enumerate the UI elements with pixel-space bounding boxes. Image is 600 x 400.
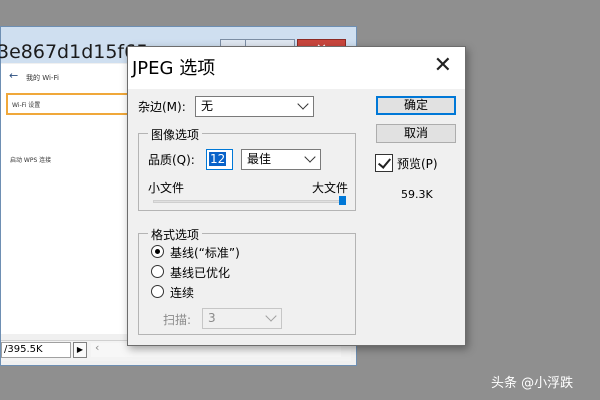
scroll-left-icon[interactable]: ‹ — [95, 341, 99, 354]
baseline-standard-label: 基线(“标准”) — [170, 246, 240, 260]
quality-value: 12 — [209, 152, 227, 166]
scans-dropdown[interactable]: 3 — [202, 308, 282, 329]
quality-preset-value: 最佳 — [247, 152, 272, 166]
wifi-setting-item: Wi-Fi 设置 — [6, 93, 129, 115]
baseline-optimized-label: 基线已优化 — [170, 266, 231, 280]
quality-input[interactable]: 12 — [206, 149, 233, 170]
progressive-radio[interactable] — [151, 285, 164, 298]
matte-label: 杂边(M): — [138, 100, 186, 114]
scans-label: 扫描: — [163, 313, 192, 327]
wifi-page-title: 我的 Wi-Fi — [26, 74, 59, 82]
progressive-label: 连续 — [170, 286, 195, 300]
image-options-group: 图像选项 品质(Q): 12 最佳 小文件 大文件 — [138, 126, 356, 211]
chevron-down-icon — [297, 98, 309, 110]
baseline-standard-radio[interactable] — [151, 245, 164, 258]
preview-checkbox[interactable] — [375, 154, 393, 172]
back-arrow-icon: ← — [9, 69, 19, 82]
file-size-readout: 59.3K — [401, 188, 433, 201]
chevron-down-icon — [265, 310, 277, 322]
wps-link: 启动 WPS 连接 — [10, 157, 52, 164]
quality-label: 品质(Q): — [148, 153, 195, 167]
watermark-text: 头条 @小浮跌 — [491, 376, 574, 391]
chevron-down-icon — [304, 151, 316, 163]
jpeg-options-dialog: JPEG 选项 ✕ 杂边(M): 无 图像选项 品质(Q): 12 最佳 小文件… — [127, 46, 466, 346]
small-file-label: 小文件 — [148, 181, 185, 195]
wifi-setting-label: Wi-Fi 设置 — [12, 102, 41, 109]
baseline-optimized-radio[interactable] — [151, 265, 164, 278]
dialog-close-button[interactable]: ✕ — [434, 53, 452, 78]
scans-value: 3 — [208, 311, 216, 325]
image-options-title: 图像选项 — [148, 126, 203, 143]
ok-button[interactable]: 确定 — [376, 96, 456, 115]
format-options-title: 格式选项 — [148, 226, 203, 243]
quality-slider[interactable] — [153, 200, 346, 203]
dialog-title: JPEG 选项 — [132, 58, 216, 79]
quality-slider-thumb[interactable] — [339, 196, 346, 205]
preview-label: 预览(P) — [397, 157, 438, 171]
cancel-button[interactable]: 取消 — [376, 124, 456, 143]
format-options-group: 格式选项 基线(“标准”) 基线已优化 连续 扫描: 3 — [138, 226, 356, 335]
matte-value: 无 — [201, 99, 214, 113]
quality-preset-dropdown[interactable]: 最佳 — [241, 149, 321, 170]
play-icon[interactable]: ▶ — [73, 342, 87, 358]
matte-dropdown[interactable]: 无 — [195, 96, 314, 117]
status-size-field: /395.5K — [1, 342, 71, 358]
dialog-titlebar: JPEG 选项 ✕ — [128, 47, 465, 89]
large-file-label: 大文件 — [312, 181, 349, 195]
